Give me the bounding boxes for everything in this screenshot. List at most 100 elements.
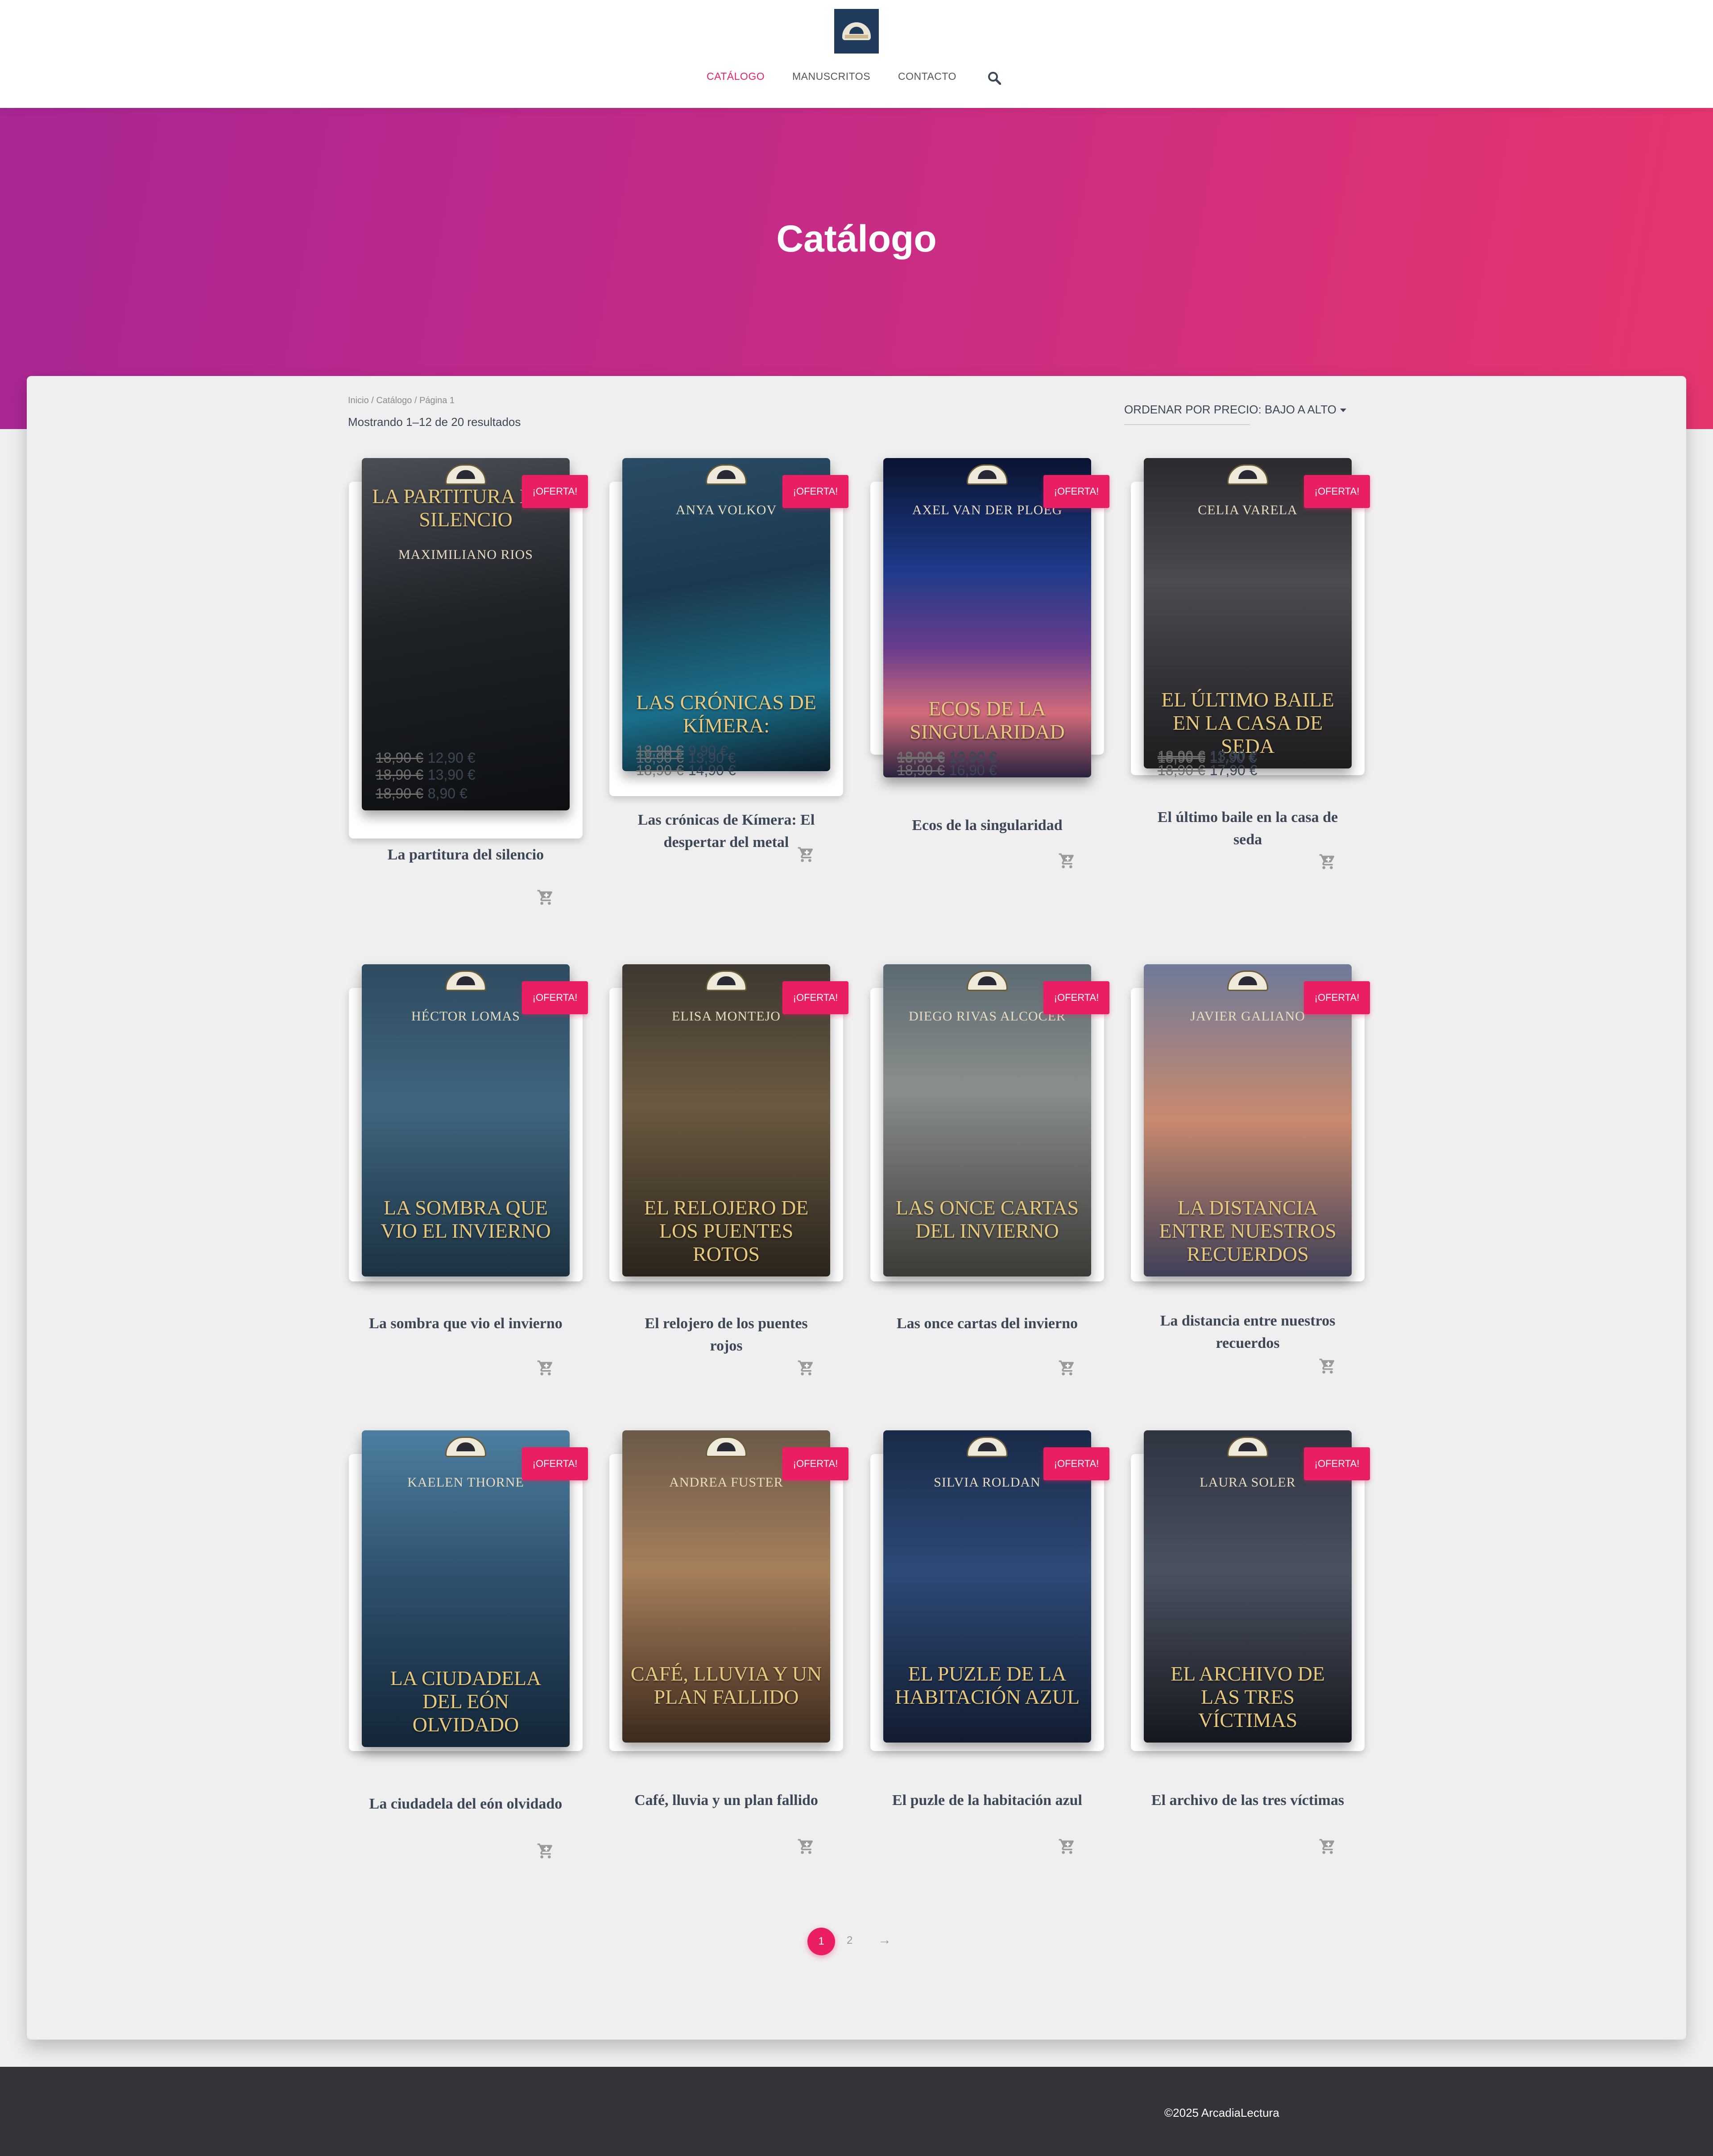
site-logo[interactable] [834, 9, 879, 54]
sale-price: 16,90 € [949, 762, 997, 778]
add-to-cart-icon[interactable] [536, 888, 555, 906]
add-to-cart-icon[interactable] [1058, 852, 1076, 870]
sale-badge: ¡OFERTA! [522, 981, 588, 1014]
breadcrumb[interactable]: Inicio / Catálogo / Página 1 [348, 396, 455, 406]
cover-title: El Archivo de las Tres Víctimas [1171, 1662, 1325, 1731]
product-title[interactable]: La partitura del silencio [367, 844, 565, 866]
product-card[interactable]: Diego Rivas Alcocer Las Once Cartas del I… [870, 750, 1109, 1375]
product-card[interactable]: Celia Varela El último baile en la Casa d… [1131, 458, 1370, 869]
add-to-cart-icon[interactable] [797, 846, 815, 863]
regular-price: 18,90 € [376, 785, 423, 801]
product-card[interactable]: Laura Soler El Archivo de las Tres Víctim… [1131, 762, 1370, 1854]
sale-price: 14,90 € [688, 762, 736, 778]
price: 18,90 €8,90 € [376, 785, 468, 802]
regular-price: 18,90 € [376, 767, 423, 783]
sale-badge: ¡OFERTA! [1043, 1447, 1109, 1480]
book-logo-icon [842, 22, 871, 40]
product-title[interactable]: El último baile en la casa de seda [1149, 806, 1347, 851]
product-card[interactable]: Maximiliano Rios La Partitura del Silenci… [349, 458, 588, 905]
cover-title: Las Once Cartas del Invierno [895, 1196, 1079, 1242]
regular-price: 18,90 € [1158, 762, 1205, 778]
regular-price: 18,90 € [1158, 748, 1205, 764]
regular-price: 18,90 € [897, 762, 945, 778]
cover-title: La Ciudadela del Eón Olvidado [390, 1667, 542, 1736]
sale-badge: ¡OFERTA! [1304, 1447, 1370, 1480]
sale-badge: ¡OFERTA! [522, 475, 588, 508]
product-title[interactable]: La sombra que vio el invierno [367, 1313, 565, 1335]
add-to-cart-icon[interactable] [536, 1842, 555, 1860]
main-nav: CATÁLOGO MANUSCRITOS CONTACTO [0, 70, 1713, 84]
catalog-panel: Inicio / Catálogo / Página 1 Mostrando 1… [27, 376, 1686, 2040]
add-to-cart-icon[interactable] [797, 1838, 815, 1855]
next-page-arrow-icon[interactable]: → [878, 1933, 891, 1948]
sale-badge: ¡OFERTA! [1043, 475, 1109, 508]
sale-price: 17,90 € [1209, 762, 1258, 778]
page-link-2[interactable]: 2 [847, 1934, 852, 1947]
regular-price: 18,90 € [636, 762, 684, 778]
regular-price: 18,90 € [376, 750, 423, 766]
sale-price: 13,90 € [427, 767, 476, 783]
site-footer: ©2025 ArcadiaLectura [0, 2067, 1713, 2156]
nav-item-catalogo[interactable]: CATÁLOGO [707, 70, 765, 83]
nav-item-manuscritos[interactable]: MANUSCRITOS [792, 70, 870, 83]
cover-author: Maximiliano Rios [398, 547, 533, 562]
sale-badge: ¡OFERTA! [782, 981, 848, 1014]
add-to-cart-icon[interactable] [1318, 1357, 1337, 1375]
sale-badge: ¡OFERTA! [1304, 475, 1370, 508]
product-card[interactable]: Javier Galiano La distancia entre nuestro… [1131, 748, 1370, 1374]
price: 18,90 €12,90 € [376, 750, 476, 766]
product-card[interactable]: Axel van der Ploeg Ecos de la Singularida… [870, 458, 1109, 868]
product-card[interactable]: Elisa Montejo El Relojero de los Puentes … [609, 750, 848, 1375]
cover-title: La sombra que vio el invierno [381, 1196, 551, 1242]
price: 18,90 €17,90 € [1158, 762, 1258, 779]
orderby-select[interactable]: ORDENAR POR PRECIO: BAJO A ALTO [1124, 403, 1346, 425]
sale-price: 12,90 € [427, 750, 476, 766]
sale-badge: ¡OFERTA! [522, 1447, 588, 1480]
product-title[interactable]: El relojero de los puentes rojos [627, 1313, 825, 1357]
result-count: Mostrando 1–12 de 20 resultados [348, 415, 521, 429]
cover-title: Las Crónicas de Kímera: [636, 691, 816, 737]
cover-title: El Relojero de los Puentes Rotos [644, 1196, 809, 1265]
product-card[interactable]: Héctor Lomas La sombra que vio el inviern… [349, 750, 588, 1375]
cover-title: El Puzle de la Habitación Azul [894, 1662, 1080, 1708]
page-title: Catálogo [776, 218, 937, 260]
search-icon[interactable] [988, 71, 1001, 85]
sale-price: 13,90 € [1209, 748, 1258, 764]
price: 18,90 €14,90 € [636, 762, 736, 779]
product-card[interactable]: Anya Volkov Las Crónicas de Kímera: ¡OFERT… [609, 458, 848, 862]
cover-title: Ecos de la Singularidad [910, 697, 1065, 743]
product-card[interactable]: Silvia Roldan El Puzle de la Habitación A… [870, 762, 1109, 1854]
sale-badge: ¡OFERTA! [782, 475, 848, 508]
orderby-label: ORDENAR POR PRECIO: BAJO A ALTO [1124, 403, 1336, 416]
caret-down-icon [1340, 409, 1346, 413]
product-title[interactable]: Las once cartas del invierno [888, 1313, 1086, 1335]
cover-title: La distancia entre nuestros recuerdos [1159, 1196, 1336, 1265]
sale-price: 8,90 € [427, 785, 468, 801]
product-title[interactable]: Las crónicas de Kímera: El despertar del… [627, 809, 825, 854]
cover-title: Café, Lluvia y un Plan Fallido [630, 1662, 822, 1708]
add-to-cart-icon[interactable] [1318, 853, 1337, 871]
add-to-cart-icon[interactable] [1058, 1838, 1076, 1855]
site-header: CATÁLOGO MANUSCRITOS CONTACTO [0, 0, 1713, 108]
product-title[interactable]: Ecos de la singularidad [888, 814, 1086, 837]
product-title[interactable]: La ciudadela del eón olvidado [367, 1793, 565, 1815]
sale-badge: ¡OFERTA! [1304, 981, 1370, 1014]
add-to-cart-icon[interactable] [1318, 1838, 1337, 1855]
product-title[interactable]: El puzle de la habitación azul [888, 1789, 1086, 1812]
page-current[interactable]: 1 [807, 1928, 835, 1955]
product-card[interactable]: Andrea Fuster Café, Lluvia y un Plan Fall… [609, 762, 848, 1854]
product-card[interactable]: Kaelen Thorne La Ciudadela del Eón Olvida… [349, 767, 588, 1859]
add-to-cart-icon[interactable] [536, 1359, 555, 1377]
sale-badge: ¡OFERTA! [782, 1447, 848, 1480]
cover-title: El último baile en la Casa de Seda [1161, 688, 1334, 757]
add-to-cart-icon[interactable] [1058, 1359, 1076, 1377]
price: 18,90 €16,90 € [897, 762, 997, 779]
product-title[interactable]: La distancia entre nuestros recuerdos [1149, 1310, 1347, 1355]
product-title[interactable]: Café, lluvia y un plan fallido [627, 1789, 825, 1812]
product-title[interactable]: El archivo de las tres víctimas [1149, 1789, 1347, 1812]
sale-badge: ¡OFERTA! [1043, 981, 1109, 1014]
add-to-cart-icon[interactable] [797, 1359, 815, 1377]
price: 18,90 €13,90 € [376, 767, 476, 783]
copyright: ©2025 ArcadiaLectura [1164, 2106, 1279, 2119]
nav-item-contacto[interactable]: CONTACTO [898, 70, 956, 83]
